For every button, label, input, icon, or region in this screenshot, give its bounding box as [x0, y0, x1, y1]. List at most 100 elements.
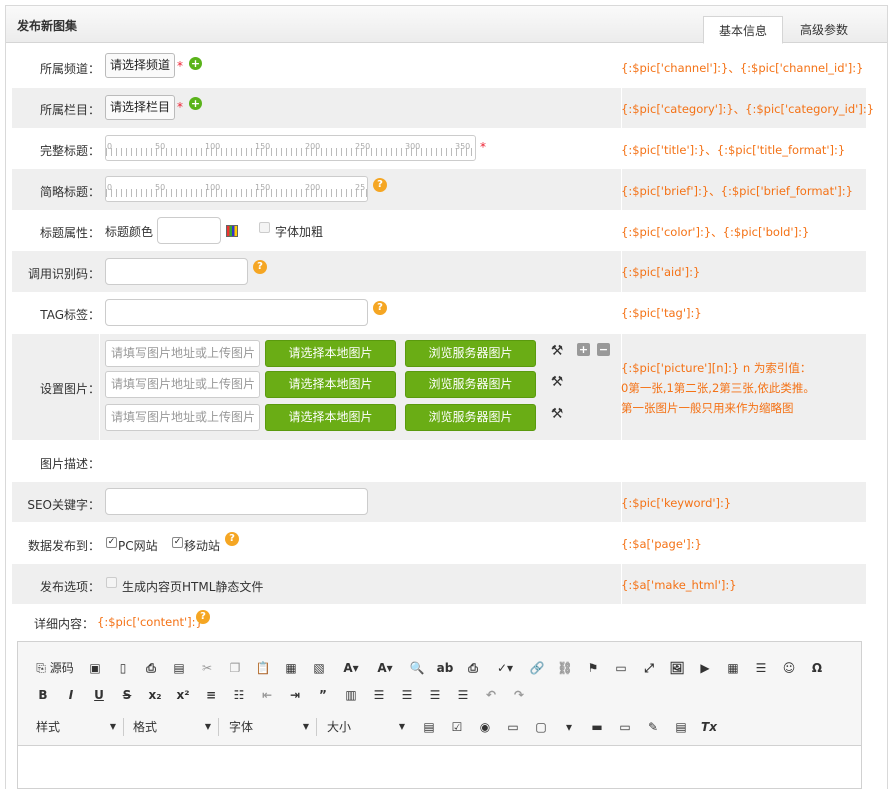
maximize-icon[interactable]: ⤢: [638, 658, 660, 678]
add-category-icon[interactable]: +: [189, 97, 202, 110]
strike-icon[interactable]: S: [116, 685, 138, 705]
style-dropdown[interactable]: 样式 ▼: [36, 717, 116, 737]
help-icon[interactable]: ?: [373, 178, 387, 192]
align-right-icon[interactable]: ☰: [424, 685, 446, 705]
align-center-icon[interactable]: ☰: [396, 685, 418, 705]
browse-server-image-button[interactable]: 浏览服务器图片: [405, 371, 536, 398]
bg-color-icon[interactable]: A▾: [374, 658, 396, 678]
make-html-checkbox[interactable]: [106, 577, 117, 588]
mobile-label: 移动站: [184, 539, 221, 553]
bold-checkbox[interactable]: [259, 222, 270, 233]
mobile-checkbox[interactable]: ✓: [172, 537, 183, 548]
paste-icon[interactable]: 📋: [252, 658, 274, 678]
brief-input[interactable]: 0 50 100 150 200 25: [105, 176, 368, 202]
unlink-icon[interactable]: ⛓: [554, 658, 576, 678]
align-left-icon[interactable]: ☰: [368, 685, 390, 705]
numbered-list-icon[interactable]: ≡: [200, 685, 222, 705]
justify-icon[interactable]: ☰: [452, 685, 474, 705]
page-break-icon[interactable]: ▤: [670, 717, 692, 737]
redo-icon[interactable]: ↷: [508, 685, 530, 705]
italic-icon[interactable]: I: [60, 685, 82, 705]
ruler-tick: 300: [405, 142, 421, 151]
format-dropdown-label: 格式: [133, 720, 158, 734]
radio-icon[interactable]: ◉: [474, 717, 496, 737]
horizontal-rule-icon[interactable]: ☰: [750, 658, 772, 678]
div-container-icon[interactable]: ▥: [340, 685, 362, 705]
smiley-icon[interactable]: ☺: [778, 658, 800, 678]
title-input[interactable]: 0 50 100 150 200 250 300 350: [105, 135, 476, 161]
tag-input[interactable]: [105, 299, 368, 326]
image-icon[interactable]: 🖼: [666, 658, 688, 678]
table-icon[interactable]: ▦: [722, 658, 744, 678]
format-dropdown[interactable]: 格式 ▼: [133, 717, 211, 737]
select-category-button[interactable]: 请选择栏目: [105, 95, 176, 120]
anchor-icon[interactable]: ⚑: [582, 658, 604, 678]
remove-picture-icon[interactable]: −: [597, 343, 610, 356]
add-channel-icon[interactable]: +: [189, 57, 202, 70]
textarea-icon[interactable]: ▢: [530, 717, 552, 737]
undo-icon[interactable]: ↶: [480, 685, 502, 705]
select-local-image-button[interactable]: 请选择本地图片: [265, 404, 396, 431]
cut-icon[interactable]: ✂: [196, 658, 218, 678]
tab-basic-info[interactable]: 基本信息: [703, 16, 783, 44]
iframe-icon[interactable]: ▭: [610, 658, 632, 678]
keyword-input[interactable]: [105, 488, 368, 515]
link-icon[interactable]: 🔗: [526, 658, 548, 678]
picture-url-input[interactable]: 请填写图片地址或上传图片: [105, 404, 260, 431]
spellcheck-icon[interactable]: ✓▾: [494, 658, 516, 678]
aid-input[interactable]: [105, 258, 248, 285]
picture-url-input[interactable]: 请填写图片地址或上传图片: [105, 371, 260, 398]
subscript-icon[interactable]: x₂: [144, 685, 166, 705]
textfield-icon[interactable]: ▭: [502, 717, 524, 737]
editor-content-area[interactable]: [18, 745, 861, 788]
paste-text-icon[interactable]: ▦: [280, 658, 302, 678]
checkbox-icon[interactable]: ☑: [446, 717, 468, 737]
remove-format-icon[interactable]: Tx: [698, 717, 720, 737]
special-char-icon[interactable]: Ω: [806, 658, 828, 678]
new-page-icon[interactable]: ▯: [112, 658, 134, 678]
paste-word-icon[interactable]: ▧: [308, 658, 330, 678]
replace-icon[interactable]: ab: [434, 658, 456, 678]
superscript-icon[interactable]: x²: [172, 685, 194, 705]
tools-icon[interactable]: ⚒: [548, 405, 566, 423]
help-icon[interactable]: ?: [253, 260, 267, 274]
size-dropdown[interactable]: 大小 ▼: [327, 717, 405, 737]
help-icon[interactable]: ?: [196, 610, 210, 624]
hidden-field-icon[interactable]: ✎: [642, 717, 664, 737]
select-channel-button[interactable]: 请选择频道: [105, 53, 176, 78]
picture-url-input[interactable]: 请填写图片地址或上传图片: [105, 340, 260, 367]
find-icon[interactable]: 🔍: [406, 658, 428, 678]
add-picture-icon[interactable]: +: [577, 343, 590, 356]
templates-icon[interactable]: ▤: [168, 658, 190, 678]
image-button-icon[interactable]: ▭: [614, 717, 636, 737]
bullet-list-icon[interactable]: ☷: [228, 685, 250, 705]
preview-icon[interactable]: ⎙: [140, 658, 162, 678]
bold-icon[interactable]: B: [32, 685, 54, 705]
select-local-image-button[interactable]: 请选择本地图片: [265, 371, 396, 398]
save-icon[interactable]: ▣: [84, 658, 106, 678]
browse-server-image-button[interactable]: 浏览服务器图片: [405, 404, 536, 431]
tools-icon[interactable]: ⚒: [548, 373, 566, 391]
tools-icon[interactable]: ⚒: [548, 342, 566, 360]
title-color-input[interactable]: [157, 217, 221, 244]
indent-icon[interactable]: ⇥: [284, 685, 306, 705]
blockquote-icon[interactable]: ”: [312, 685, 334, 705]
print-icon[interactable]: ⎙: [462, 658, 484, 678]
select-local-image-button[interactable]: 请选择本地图片: [265, 340, 396, 367]
select-icon[interactable]: ▾: [558, 717, 580, 737]
font-dropdown[interactable]: 字体 ▼: [229, 717, 309, 737]
tab-advanced[interactable]: 高级参数: [784, 16, 864, 44]
help-icon[interactable]: ?: [373, 301, 387, 315]
browse-server-image-button[interactable]: 浏览服务器图片: [405, 340, 536, 367]
source-button[interactable]: ⎘ 源码: [32, 658, 78, 678]
color-palette-icon[interactable]: [226, 225, 238, 237]
help-icon[interactable]: ?: [225, 532, 239, 546]
button-icon[interactable]: ▬: [586, 717, 608, 737]
indent-block-icon[interactable]: ▶: [694, 658, 716, 678]
form-icon[interactable]: ▤: [418, 717, 440, 737]
copy-icon[interactable]: ❐: [224, 658, 246, 678]
outdent-icon[interactable]: ⇤: [256, 685, 278, 705]
underline-icon[interactable]: U: [88, 685, 110, 705]
text-color-icon[interactable]: A▾: [340, 658, 362, 678]
pc-checkbox[interactable]: ✓: [106, 537, 117, 548]
